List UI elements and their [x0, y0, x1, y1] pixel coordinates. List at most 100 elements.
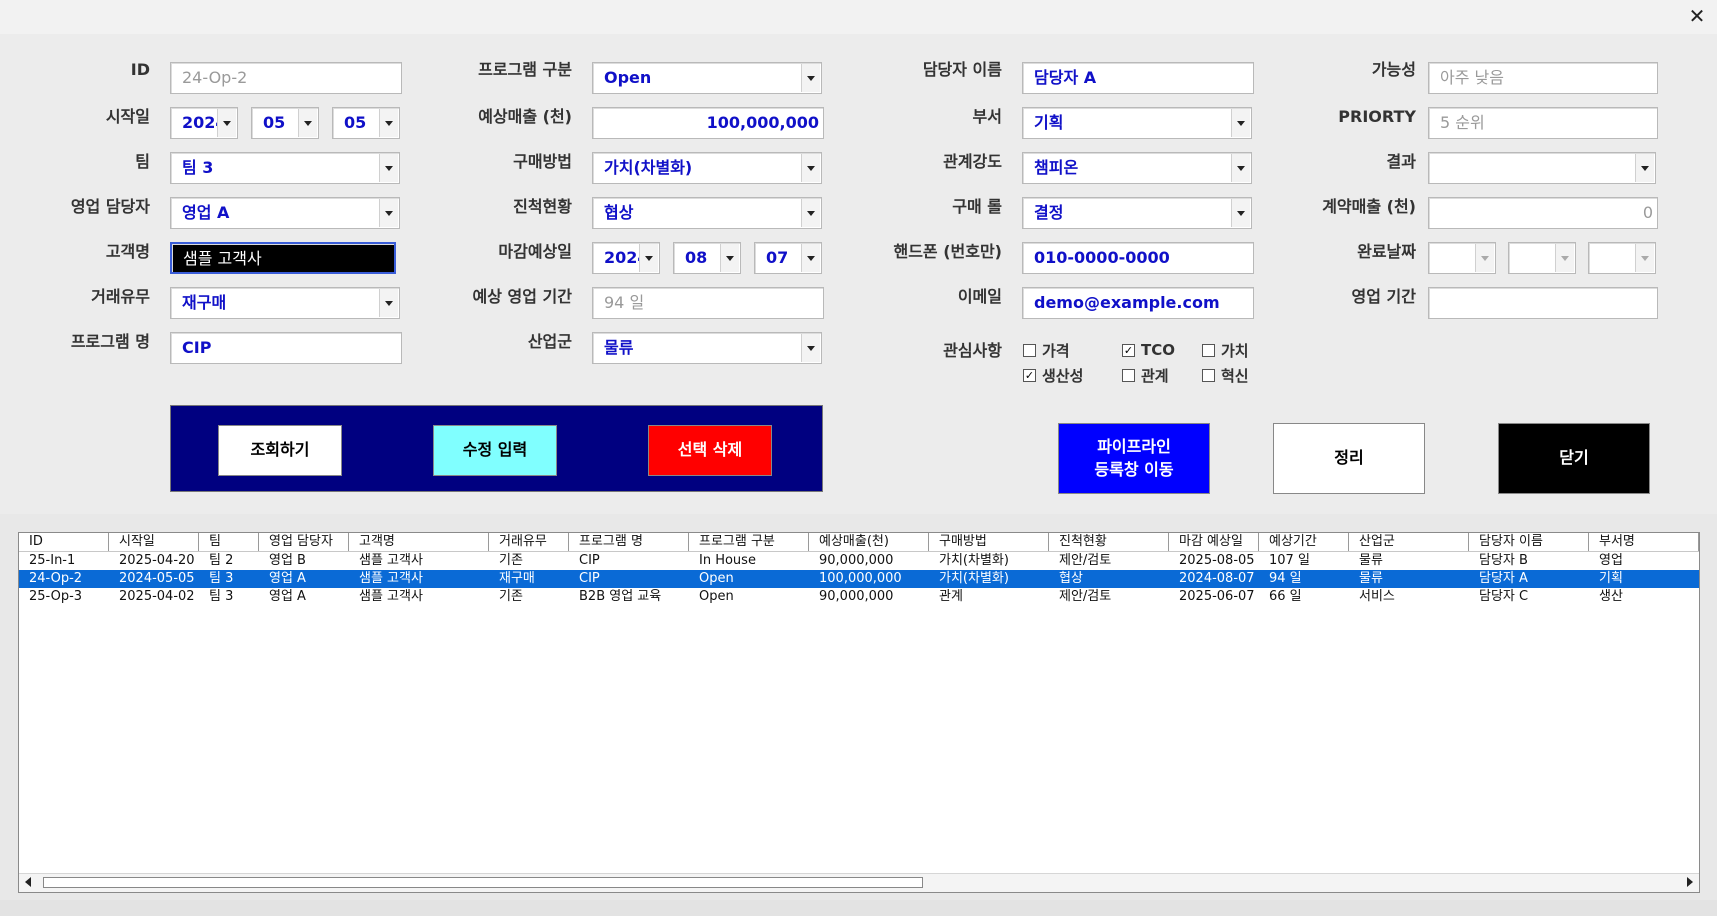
sales-period-field[interactable] — [1428, 287, 1658, 319]
result-select[interactable] — [1428, 152, 1656, 184]
table-row[interactable]: 24-Op-2 2024-05-05 팀 3 영업 A 샘플 고객사 재구매 CIP Open… — [19, 570, 1699, 588]
program-type-select[interactable]: Open — [592, 62, 822, 94]
column-header[interactable]: 거래유무 — [489, 533, 569, 551]
column-header[interactable]: 진척현황 — [1049, 533, 1169, 551]
table-row[interactable]: 25-Op-3 2025-04-02 팀 3 영업 A 샘플 고객사 기존 B2B 영업 교… — [19, 588, 1699, 606]
priority-field[interactable]: 5 순위 — [1428, 107, 1658, 139]
horizontal-scrollbar[interactable] — [19, 873, 1699, 892]
department-select[interactable]: 기획 — [1022, 107, 1252, 139]
expected-revenue-field[interactable]: 100,000,000 — [592, 107, 824, 139]
table-row[interactable]: 25-In-1 2025-04-20 팀 2 영업 B 샘플 고객사 기존 CIP In Ho… — [19, 552, 1699, 570]
start-year-select[interactable]: 2024 — [170, 107, 238, 139]
delete-selected-button[interactable]: 선택 삭제 — [648, 425, 772, 476]
column-header[interactable]: 부서명 — [1589, 533, 1699, 551]
chevron-down-icon[interactable] — [801, 64, 820, 92]
buying-role-select[interactable]: 결정 — [1022, 197, 1252, 229]
chevron-down-icon[interactable] — [379, 109, 398, 137]
search-button[interactable]: 조회하기 — [218, 425, 342, 476]
table-cell: 2024-05-05 — [119, 571, 195, 586]
column-header[interactable]: 담당자 이름 — [1469, 533, 1589, 551]
interest-value-checkbox[interactable]: 가치 — [1202, 340, 1249, 360]
scroll-thumb[interactable] — [43, 877, 923, 888]
email-field[interactable]: demo@example.com — [1022, 287, 1254, 319]
sales-rep-select[interactable]: 영업 A — [170, 197, 400, 229]
contact-name-field[interactable]: 담당자 A — [1022, 62, 1254, 94]
checkbox-box[interactable] — [1122, 368, 1135, 382]
customer-field[interactable]: 샘플 고객사 — [170, 242, 396, 274]
table-cell: 제안/검토 — [1059, 589, 1112, 604]
start-day-select[interactable]: 05 — [332, 107, 400, 139]
chevron-down-icon[interactable] — [1475, 244, 1494, 272]
checkbox-box[interactable] — [1202, 368, 1215, 382]
chevron-down-icon[interactable] — [298, 109, 317, 137]
close-month-select[interactable]: 08 — [673, 242, 741, 274]
column-header[interactable]: 산업군 — [1349, 533, 1469, 551]
chevron-down-icon[interactable] — [720, 244, 739, 272]
industry-select[interactable]: 물류 — [592, 332, 822, 364]
progress-value: 협상 — [604, 203, 634, 222]
relationship-select[interactable]: 챔피온 — [1022, 152, 1252, 184]
start-month-select[interactable]: 05 — [251, 107, 319, 139]
chevron-down-icon[interactable] — [379, 154, 398, 182]
checkbox-box[interactable] — [1023, 343, 1036, 357]
interest-tco-checkbox[interactable]: ✓ TCO — [1122, 340, 1175, 360]
column-header[interactable]: 프로그램 구분 — [689, 533, 809, 551]
column-header[interactable]: 구매방법 — [929, 533, 1049, 551]
team-select[interactable]: 팀 3 — [170, 152, 400, 184]
column-header[interactable]: 마감 예상일 — [1169, 533, 1259, 551]
completion-day-select[interactable] — [1588, 242, 1656, 274]
pipeline-register-button[interactable]: 파이프라인 등록창 이동 — [1058, 423, 1210, 494]
tidy-button[interactable]: 정리 — [1273, 423, 1425, 494]
contract-revenue-field[interactable]: 0 — [1428, 197, 1658, 229]
chevron-down-icon[interactable] — [1231, 199, 1250, 227]
chevron-down-icon[interactable] — [217, 109, 236, 137]
column-header[interactable]: 프로그램 명 — [569, 533, 689, 551]
scroll-right-icon[interactable] — [1687, 877, 1693, 887]
chevron-down-icon[interactable] — [801, 244, 820, 272]
edit-button[interactable]: 수정 입력 — [433, 425, 557, 476]
column-header[interactable]: 영업 담당자 — [259, 533, 349, 551]
chevron-down-icon[interactable] — [801, 334, 820, 362]
chevron-down-icon[interactable] — [801, 154, 820, 182]
interest-price-checkbox[interactable]: 가격 — [1023, 340, 1070, 360]
interest-relationship-checkbox[interactable]: 관계 — [1122, 365, 1169, 385]
completion-month-select[interactable] — [1508, 242, 1576, 274]
interest-productivity-checkbox[interactable]: ✓ 생산성 — [1023, 365, 1083, 385]
close-day-select[interactable]: 07 — [754, 242, 822, 274]
scroll-left-icon[interactable] — [25, 877, 31, 887]
column-header[interactable]: 팀 — [199, 533, 259, 551]
progress-select[interactable]: 협상 — [592, 197, 822, 229]
chevron-down-icon[interactable] — [379, 289, 398, 317]
column-header[interactable]: 고객명 — [349, 533, 489, 551]
completion-year-select[interactable] — [1428, 242, 1496, 274]
interest-label: 관계 — [1141, 366, 1169, 385]
list-header: ID 시작일 팀 영업 담당자 고객명 거래유무 프로그램 명 프로그램 구분 예상매출(천) 구… — [19, 533, 1699, 552]
deal-type-select[interactable]: 재구매 — [170, 287, 400, 319]
chevron-down-icon[interactable] — [639, 244, 658, 272]
chevron-down-icon[interactable] — [379, 199, 398, 227]
close-button[interactable]: 닫기 — [1498, 423, 1650, 494]
interest-innovation-checkbox[interactable]: 혁신 — [1202, 365, 1249, 385]
checkbox-box[interactable] — [1202, 343, 1215, 357]
chevron-down-icon[interactable] — [1635, 154, 1654, 182]
program-name-field[interactable]: CIP — [170, 332, 402, 364]
probability-field[interactable]: 아주 낮음 — [1428, 62, 1658, 94]
chevron-down-icon[interactable] — [1231, 154, 1250, 182]
purchase-method-select[interactable]: 가치(차별화) — [592, 152, 822, 184]
records-list[interactable]: ID 시작일 팀 영업 담당자 고객명 거래유무 프로그램 명 프로그램 구분 예상매출(천) 구… — [18, 532, 1700, 893]
id-field[interactable]: 24-Op-2 — [170, 62, 402, 94]
checkbox-box[interactable]: ✓ — [1023, 368, 1036, 382]
mobile-field[interactable]: 010-0000-0000 — [1022, 242, 1254, 274]
chevron-down-icon[interactable] — [801, 199, 820, 227]
column-header[interactable]: 예상매출(천) — [809, 533, 929, 551]
column-header[interactable]: 예상기간 — [1259, 533, 1349, 551]
window-close-icon[interactable]: ✕ — [1685, 4, 1709, 28]
checkbox-box[interactable]: ✓ — [1122, 343, 1135, 357]
chevron-down-icon[interactable] — [1231, 109, 1250, 137]
column-header[interactable]: 시작일 — [109, 533, 199, 551]
column-header[interactable]: ID — [19, 533, 109, 551]
chevron-down-icon[interactable] — [1635, 244, 1654, 272]
table-cell: 샘플 고객사 — [359, 571, 423, 586]
chevron-down-icon[interactable] — [1555, 244, 1574, 272]
close-year-select[interactable]: 2024 — [592, 242, 660, 274]
